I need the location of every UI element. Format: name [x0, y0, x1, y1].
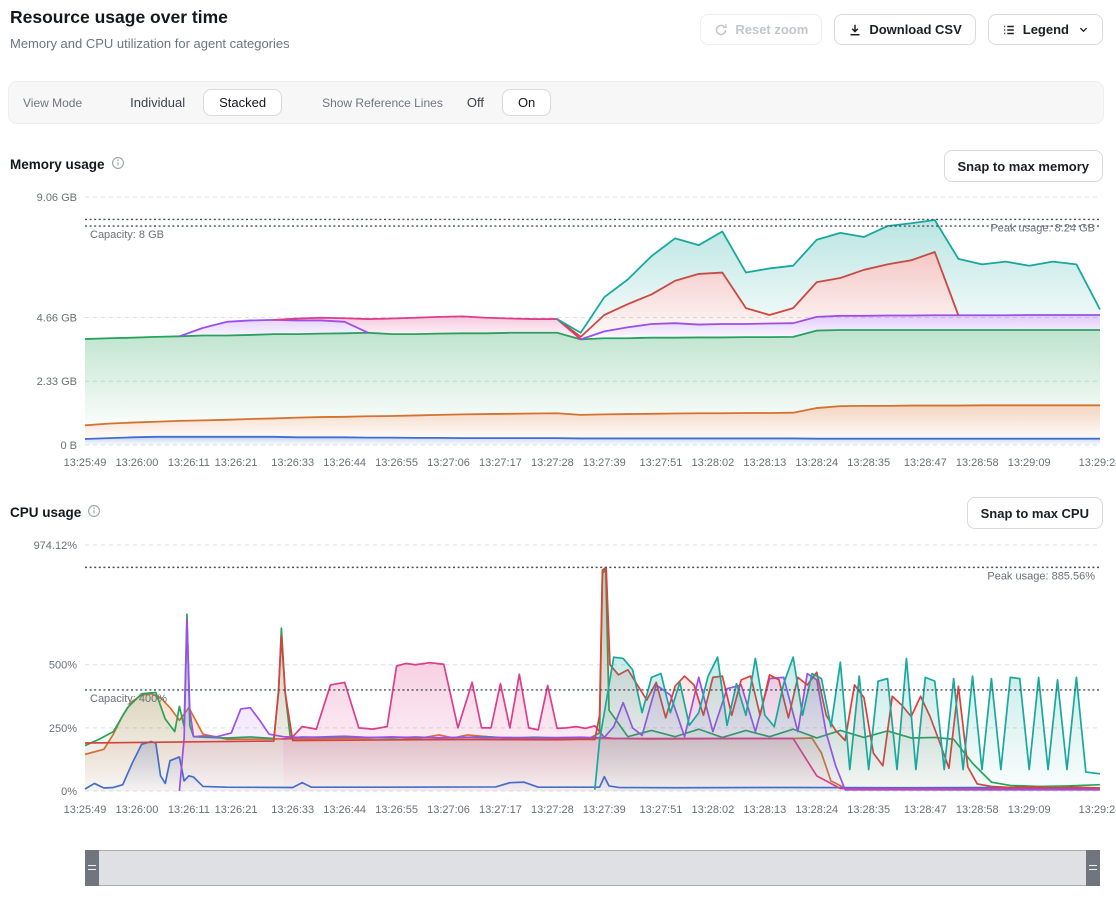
- x-axis-tick-label: 13:26:11: [168, 804, 210, 816]
- page-title: Resource usage over time: [10, 7, 228, 28]
- memory-chart-svg[interactable]: 9.06 GB 4.66 GB 2.33 GB 0 B 13:25:49 13:26:00…: [0, 185, 1116, 477]
- x-axis-tick-label: 13:28:35: [847, 457, 890, 469]
- info-icon[interactable]: [111, 156, 125, 173]
- info-icon[interactable]: [87, 504, 101, 521]
- x-axis-tick-label: 13:26:00: [116, 804, 159, 816]
- cpu-title-text: CPU usage: [10, 505, 81, 520]
- legend-button[interactable]: Legend: [988, 14, 1103, 45]
- y-axis-tick-label: 974.12%: [34, 540, 78, 552]
- y-axis-tick-label: 9.06 GB: [37, 192, 77, 204]
- x-axis-tick-label: 13:28:47: [904, 804, 947, 816]
- page-subtitle: Memory and CPU utilization for agent cat…: [10, 36, 290, 51]
- x-axis-tick-label: 13:25:49: [64, 804, 107, 816]
- x-axis-tick-label: 13:27:06: [427, 804, 470, 816]
- x-axis-tick-label: 13:27:51: [640, 804, 683, 816]
- view-mode-stacked-option[interactable]: Stacked: [203, 89, 282, 116]
- refresh-icon: [714, 23, 728, 37]
- reference-lines-off-option[interactable]: Off: [459, 90, 492, 115]
- x-axis-tick-label: 13:28:24: [795, 457, 838, 469]
- x-axis-tick-label: 13:26:11: [168, 457, 210, 469]
- x-axis-tick-label: 13:27:39: [583, 804, 626, 816]
- x-axis-tick-label: 13:27:06: [427, 457, 470, 469]
- brush-handle-left[interactable]: [85, 850, 99, 886]
- y-axis-tick-label: 0 B: [60, 440, 77, 452]
- legend-label: Legend: [1023, 22, 1069, 37]
- chart-controls-toolbar: View Mode Individual Stacked Show Refere…: [8, 81, 1104, 124]
- cpu-section-title: CPU usage: [10, 504, 101, 521]
- dashboard-page: Resource usage over time Memory and CPU …: [0, 0, 1116, 906]
- reference-line-label: Capacity: 8 GB: [90, 229, 164, 241]
- x-axis-tick-label: 13:26:44: [323, 804, 366, 816]
- y-axis-tick-label: 2.33 GB: [37, 376, 77, 388]
- snap-memory-label: Snap to max memory: [958, 159, 1090, 174]
- x-axis-tick-label: 13:28:13: [743, 457, 786, 469]
- view-mode-label: View Mode: [23, 96, 82, 110]
- x-axis-tick-label: 13:27:17: [479, 804, 522, 816]
- reset-zoom-label: Reset zoom: [735, 22, 808, 37]
- x-axis-tick-label: 13:26:55: [375, 804, 418, 816]
- x-axis-tick-label: 13:28:58: [956, 457, 999, 469]
- download-csv-button[interactable]: Download CSV: [834, 14, 975, 45]
- reference-line-label: Capacity: 400%: [90, 693, 167, 705]
- x-axis-tick-label: 13:28:02: [691, 804, 734, 816]
- x-axis-tick-label: 13:28:35: [847, 804, 890, 816]
- reference-lines-label: Show Reference Lines: [322, 96, 443, 110]
- y-axis-tick-label: 0%: [61, 786, 77, 798]
- x-axis-tick-label: 13:28:02: [691, 457, 734, 469]
- brush-grip: [88, 865, 96, 870]
- reference-lines-on-option[interactable]: On: [502, 89, 551, 116]
- brush-grip: [1089, 865, 1097, 870]
- y-axis-tick-label: 4.66 GB: [37, 312, 77, 324]
- reference-line-label: Peak usage: 885.56%: [987, 570, 1095, 582]
- x-axis-tick-label: 13:26:44: [323, 457, 366, 469]
- memory-section-title: Memory usage: [10, 156, 125, 173]
- x-axis-tick-label: 13:29:24: [1079, 804, 1116, 816]
- snap-to-max-cpu-button[interactable]: Snap to max CPU: [967, 497, 1103, 529]
- view-mode-individual-option[interactable]: Individual: [122, 90, 193, 115]
- top-actions: Reset zoom Download CSV Legend: [700, 14, 1103, 45]
- download-csv-label: Download CSV: [869, 22, 961, 37]
- y-axis-tick-label: 500%: [49, 660, 77, 672]
- x-axis-tick-label: 13:28:24: [795, 804, 838, 816]
- x-axis-tick-label: 13:28:47: [904, 457, 947, 469]
- list-icon: [1002, 23, 1016, 37]
- y-axis-tick-label: 250%: [49, 723, 77, 735]
- brush-handle-right[interactable]: [1086, 850, 1100, 886]
- x-axis-tick-label: 13:26:21: [215, 457, 258, 469]
- x-axis-tick-label: 13:28:13: [743, 804, 786, 816]
- x-axis-tick-label: 13:27:51: [640, 457, 683, 469]
- x-axis-tick-label: 13:28:58: [956, 804, 999, 816]
- x-axis-tick-label: 13:29:09: [1008, 457, 1051, 469]
- x-axis-tick-label: 13:26:55: [375, 457, 418, 469]
- x-axis-tick-label: 13:27:39: [583, 457, 626, 469]
- memory-title-text: Memory usage: [10, 157, 105, 172]
- x-axis-tick-label: 13:26:00: [116, 457, 159, 469]
- snap-to-max-memory-button[interactable]: Snap to max memory: [944, 150, 1104, 182]
- time-range-brush[interactable]: [85, 850, 1100, 886]
- x-axis-tick-label: 13:25:49: [64, 457, 107, 469]
- snap-cpu-label: Snap to max CPU: [981, 506, 1089, 521]
- x-axis-tick-label: 13:26:21: [215, 804, 258, 816]
- reset-zoom-button[interactable]: Reset zoom: [700, 14, 822, 45]
- x-axis-tick-label: 13:26:33: [271, 804, 314, 816]
- x-axis-tick-label: 13:27:17: [479, 457, 522, 469]
- x-axis-tick-label: 13:27:28: [531, 804, 574, 816]
- reference-line-label: Peak usage: 8.24 GB: [990, 222, 1095, 234]
- x-axis-tick-label: 13:27:28: [531, 457, 574, 469]
- x-axis-tick-label: 13:26:33: [271, 457, 314, 469]
- x-axis-tick-label: 13:29:24: [1079, 457, 1116, 469]
- x-axis-tick-label: 13:29:09: [1008, 804, 1051, 816]
- cpu-chart-svg[interactable]: 974.12% 500% 250% 0% 13:25:49 13:26:00 13:26:1…: [0, 530, 1116, 825]
- download-icon: [848, 23, 862, 37]
- chevron-down-icon: [1078, 24, 1089, 35]
